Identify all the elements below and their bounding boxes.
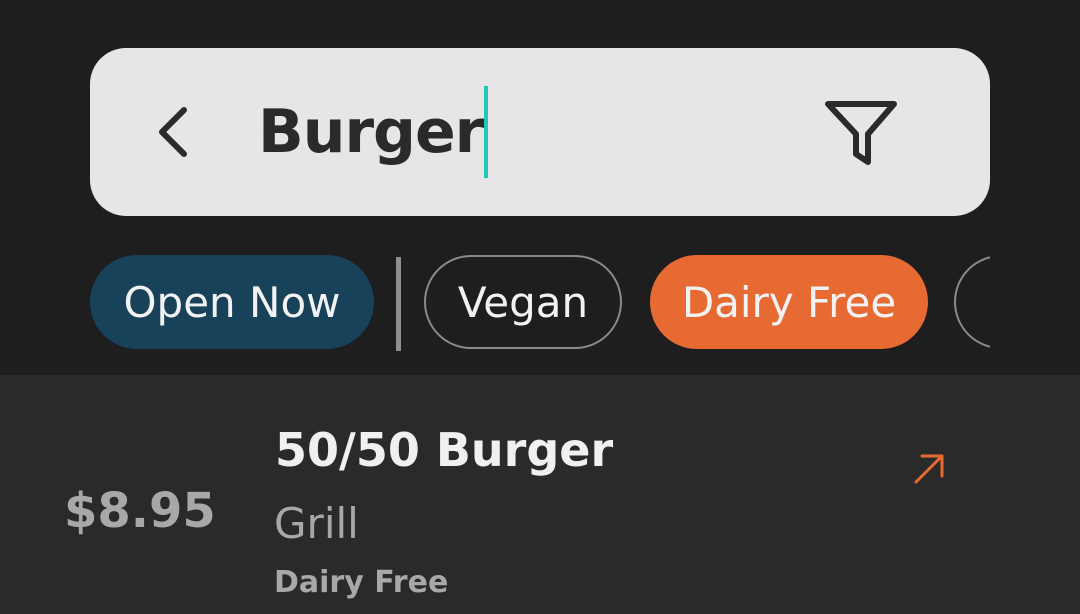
arrow-up-right-icon[interactable] (908, 446, 950, 488)
chip-label: Vegan (457, 277, 589, 327)
chip-label: Open Now (123, 277, 341, 327)
search-input[interactable]: Burger (258, 86, 489, 178)
chip-dairy-free[interactable]: Dairy Free (650, 255, 928, 349)
chip-divider (396, 257, 401, 351)
result-list-item[interactable]: $8.95 50/50 Burger Grill Dairy Free (0, 375, 1080, 614)
chevron-left-icon[interactable] (150, 100, 200, 160)
chip-vegan[interactable]: Vegan (424, 255, 622, 349)
chip-label: Dairy Free (681, 277, 897, 327)
filter-chip-row: Open Now Vegan Dairy Free (0, 255, 990, 351)
chip-more[interactable] (954, 255, 990, 349)
text-caret (484, 86, 489, 178)
search-query-text: Burger (258, 97, 484, 167)
item-price: $8.95 (64, 483, 216, 539)
chip-open-now[interactable]: Open Now (90, 255, 374, 349)
filter-funnel-icon[interactable] (822, 98, 900, 170)
item-category: Grill (274, 499, 359, 548)
item-title: 50/50 Burger (275, 423, 614, 477)
item-tag: Dairy Free (274, 565, 449, 600)
